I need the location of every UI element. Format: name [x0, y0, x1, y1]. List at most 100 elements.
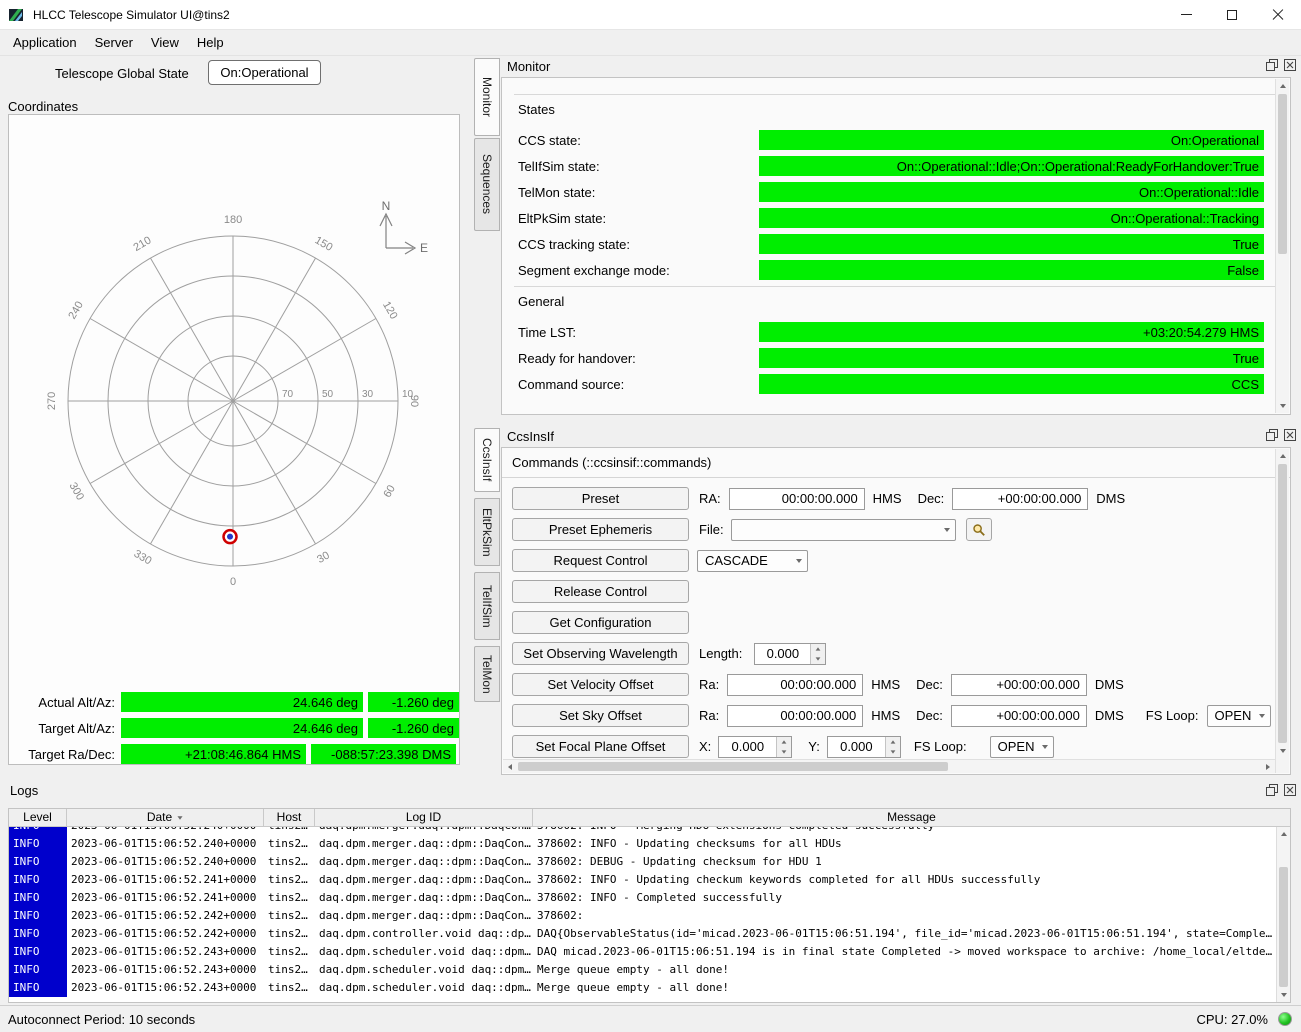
state-row: Segment exchange mode: False — [518, 260, 1264, 280]
preset-ra-input[interactable] — [729, 488, 865, 510]
ccsinsif-hscrollbar[interactable] — [503, 759, 1275, 773]
state-row: TelMon state: On::Operational::Idle — [518, 182, 1264, 202]
svg-text:120: 120 — [380, 300, 400, 322]
close-button[interactable] — [1255, 0, 1301, 30]
preset-button[interactable]: Preset — [512, 487, 689, 510]
stepper-down-icon[interactable] — [811, 654, 825, 664]
release-control-button[interactable]: Release Control — [512, 580, 689, 603]
column-header-logid[interactable]: Log ID — [315, 809, 533, 826]
tab-ccsinsif[interactable]: CcsInsIf — [474, 428, 500, 492]
close-panel-icon[interactable] — [1284, 784, 1296, 796]
velocity-ra-input[interactable] — [727, 674, 863, 696]
monitor-scrollbar[interactable] — [1275, 79, 1289, 413]
scrollbar-thumb[interactable] — [1278, 94, 1287, 254]
maximize-button[interactable] — [1209, 0, 1255, 30]
log-row[interactable]: INFO2023-06-01T15:06:52.242+0000tins2…da… — [9, 907, 1276, 925]
set-focal-plane-offset-button[interactable]: Set Focal Plane Offset — [512, 735, 689, 758]
scrollbar-thumb[interactable] — [518, 762, 948, 771]
log-row[interactable]: INFO2023-06-01T15:06:52.243+0000tins2…da… — [9, 979, 1276, 997]
cpu-usage-label: CPU: 27.0% — [1196, 1012, 1268, 1027]
float-panel-icon[interactable] — [1266, 429, 1278, 441]
logs-scrollbar[interactable] — [1276, 827, 1290, 1002]
get-configuration-button[interactable]: Get Configuration — [512, 611, 689, 634]
tab-sequences[interactable]: Sequences — [474, 138, 500, 231]
set-focal-plane-offset-row: Set Focal Plane Offset X: 0.000 Y: 0.000 — [512, 735, 1054, 758]
column-header-host[interactable]: Host — [264, 809, 315, 826]
file-select[interactable] — [731, 519, 956, 541]
autoconnect-status: Autoconnect Period: 10 seconds — [8, 1012, 195, 1027]
log-row[interactable]: INFO2023-06-01T15:06:52.243+0000tins2…da… — [9, 943, 1276, 961]
float-panel-icon[interactable] — [1266, 59, 1278, 71]
dec-label: Dec: — [916, 677, 943, 692]
menu-view[interactable]: View — [142, 31, 188, 54]
set-observing-wavelength-button[interactable]: Set Observing Wavelength — [512, 642, 689, 665]
close-panel-icon[interactable] — [1284, 59, 1296, 71]
request-control-button[interactable]: Request Control — [512, 549, 689, 572]
sky-dec-input[interactable] — [951, 705, 1087, 727]
float-panel-icon[interactable] — [1266, 784, 1278, 796]
scroll-right-icon[interactable] — [1261, 760, 1275, 774]
tab-telifsim[interactable]: TelIfSim — [474, 572, 500, 640]
stepper-down-icon[interactable] — [777, 747, 791, 757]
column-header-level[interactable]: Level — [9, 809, 67, 826]
close-panel-icon[interactable] — [1284, 429, 1296, 441]
command-source-label: Command source: — [518, 377, 759, 392]
log-row[interactable]: INFO2023-06-01T15:06:52.240+0000tins2…da… — [9, 835, 1276, 853]
time-lst-label: Time LST: — [518, 325, 759, 340]
request-control-mode-select[interactable]: CASCADE — [697, 550, 808, 572]
file-search-button[interactable] — [966, 518, 992, 541]
scroll-up-icon[interactable] — [1276, 79, 1290, 93]
length-stepper[interactable]: 0.000 — [754, 643, 826, 665]
scroll-up-icon[interactable] — [1277, 827, 1291, 841]
log-row[interactable]: INFO2023-06-01T15:06:52.241+0000tins2…da… — [9, 889, 1276, 907]
segment-exchange-mode-label: Segment exchange mode: — [518, 263, 759, 278]
stepper-up-icon[interactable] — [777, 737, 791, 747]
column-header-date[interactable]: Date — [67, 809, 264, 826]
preset-ephemeris-button[interactable]: Preset Ephemeris — [512, 518, 689, 541]
minimize-button[interactable] — [1163, 0, 1209, 30]
scroll-down-icon[interactable] — [1276, 399, 1290, 413]
log-row[interactable]: INFO2023-06-01T15:06:52.242+0000tins2…da… — [9, 925, 1276, 943]
menu-help[interactable]: Help — [188, 31, 233, 54]
log-row[interactable]: INFO2023-06-01T15:06:52.243+0000tins2…da… — [9, 961, 1276, 979]
scroll-down-icon[interactable] — [1277, 988, 1291, 1002]
title-bar: HLCC Telescope Simulator UI@tins2 — [0, 0, 1301, 30]
monitor-content: States CCS state: On:Operational TelIfSi… — [501, 77, 1291, 415]
ra-label: Ra: — [699, 708, 719, 723]
tab-telmon[interactable]: TelMon — [474, 646, 500, 702]
set-velocity-offset-button[interactable]: Set Velocity Offset — [512, 673, 689, 696]
menu-server[interactable]: Server — [86, 31, 142, 54]
scroll-down-icon[interactable] — [1276, 744, 1290, 758]
stepper-down-icon[interactable] — [886, 747, 900, 757]
stepper-up-icon[interactable] — [811, 644, 825, 654]
coordinates-title: Coordinates — [8, 99, 78, 114]
global-state-value[interactable]: On:Operational — [208, 60, 321, 85]
column-header-message[interactable]: Message — [533, 809, 1290, 826]
svg-text:210: 210 — [132, 234, 154, 254]
log-row[interactable]: INFO2023-06-01T15:06:52.240+0000tins2…da… — [9, 827, 1276, 835]
x-stepper[interactable]: 0.000 — [718, 736, 792, 758]
sky-ra-input[interactable] — [727, 705, 863, 727]
chevron-down-icon — [1254, 714, 1270, 718]
tab-eltpksim[interactable]: EltPkSim — [474, 498, 500, 566]
menu-application[interactable]: Application — [4, 31, 86, 54]
scroll-up-icon[interactable] — [1276, 449, 1290, 463]
sky-fs-loop-select[interactable]: OPEN — [1207, 705, 1271, 727]
stepper-up-icon[interactable] — [886, 737, 900, 747]
svg-text:150: 150 — [313, 234, 335, 254]
log-row[interactable]: INFO2023-06-01T15:06:52.241+0000tins2…da… — [9, 871, 1276, 889]
scrollbar-thumb[interactable] — [1279, 867, 1288, 987]
scrollbar-thumb[interactable] — [1278, 464, 1287, 743]
request-control-row: Request Control CASCADE — [512, 549, 808, 572]
scroll-left-icon[interactable] — [503, 760, 517, 774]
tab-monitor[interactable]: Monitor — [474, 58, 500, 136]
focal-fs-loop-select[interactable]: OPEN — [990, 736, 1054, 758]
y-stepper[interactable]: 0.000 — [827, 736, 901, 758]
search-icon — [972, 523, 986, 537]
preset-dec-input[interactable] — [952, 488, 1088, 510]
hms-unit-label: HMS — [873, 491, 902, 506]
log-row[interactable]: INFO2023-06-01T15:06:52.240+0000tins2…da… — [9, 853, 1276, 871]
ccsinsif-vscrollbar[interactable] — [1275, 449, 1289, 773]
velocity-dec-input[interactable] — [951, 674, 1087, 696]
set-sky-offset-button[interactable]: Set Sky Offset — [512, 704, 689, 727]
